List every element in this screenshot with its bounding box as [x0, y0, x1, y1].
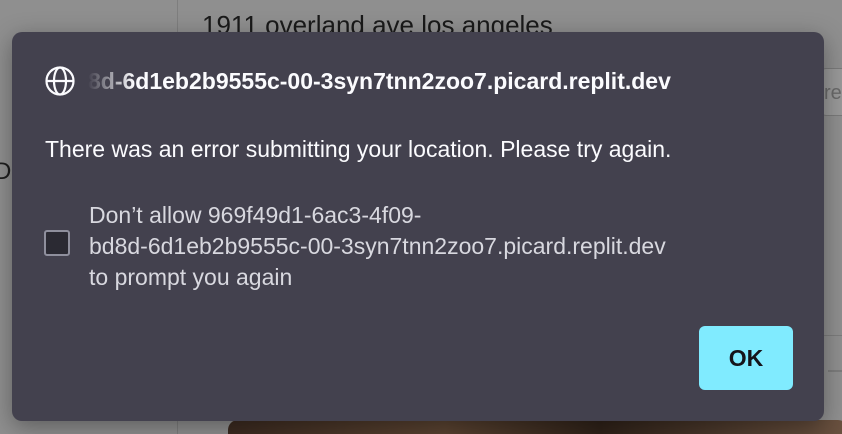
origin-fade	[88, 67, 134, 95]
dialog-origin: 8d-6d1eb2b9555c-00-3syn7tnn2zoo7.picard.…	[88, 67, 671, 94]
dont-allow-checkbox[interactable]	[44, 230, 70, 256]
origin-wrapper: 8d-6d1eb2b9555c-00-3syn7tnn2zoo7.picard.…	[88, 67, 671, 95]
background-dash	[828, 370, 842, 372]
location-error-dialog: 8d-6d1eb2b9555c-00-3syn7tnn2zoo7.picard.…	[12, 32, 824, 421]
globe-icon	[45, 66, 75, 96]
dont-allow-label-line-1: Don’t allow 969f49d1-6ac3-4f09-	[89, 202, 422, 228]
dont-allow-label[interactable]: Don’t allow 969f49d1-6ac3-4f09- bd8d-6d1…	[89, 200, 809, 293]
ok-button[interactable]: OK	[699, 326, 793, 390]
dont-allow-row: Don’t allow 969f49d1-6ac3-4f09- bd8d-6d1…	[44, 200, 809, 293]
background-photo	[228, 420, 842, 434]
error-message: There was an error submitting your locat…	[45, 136, 672, 162]
dont-allow-label-line-2: bd8d-6d1eb2b9555c-00-3syn7tnn2zoo7.picar…	[89, 233, 666, 259]
dialog-header: 8d-6d1eb2b9555c-00-3syn7tnn2zoo7.picard.…	[44, 65, 804, 97]
background-left-glyph: D	[0, 158, 12, 185]
dont-allow-label-line-3: to prompt you again	[89, 264, 293, 290]
background-input-fragment: re	[824, 82, 842, 104]
